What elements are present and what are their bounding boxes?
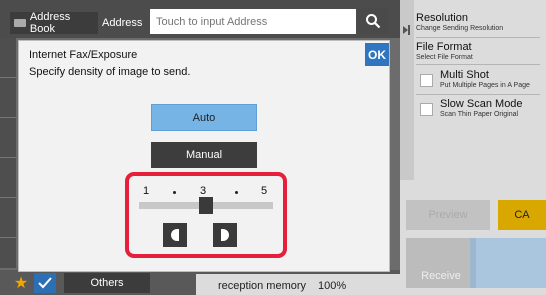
scale-tick-dot	[173, 191, 176, 194]
receive-button[interactable]: Receive	[406, 238, 476, 288]
divider	[416, 37, 540, 38]
manual-label: Manual	[185, 149, 223, 161]
collapse-bar-icon	[408, 25, 410, 35]
multi-shot-checkbox[interactable]	[420, 74, 433, 87]
manual-button[interactable]: Manual	[151, 142, 257, 168]
check-button[interactable]	[34, 273, 56, 293]
dialog-title: Internet Fax/Exposure	[29, 49, 138, 61]
left-tab[interactable]	[0, 158, 16, 198]
right-settings-panel: Resolution Change Sending Resolution Fil…	[400, 0, 546, 295]
address-book-label: Address Book	[29, 11, 71, 35]
left-tab[interactable]	[0, 198, 16, 238]
slow-scan-title: Slow Scan Mode	[440, 98, 523, 110]
file-format-item[interactable]: File Format Select File Format	[416, 41, 546, 61]
divider	[416, 64, 540, 65]
auto-label: Auto	[192, 111, 216, 124]
address-book-button[interactable]: Address Book	[10, 11, 98, 35]
panel-collapse-column[interactable]	[400, 0, 414, 180]
slow-scan-item[interactable]: Slow Scan Mode Scan Thin Paper Original	[440, 98, 546, 118]
address-input[interactable]	[150, 9, 356, 34]
star-icon: ★	[13, 275, 29, 292]
left-tab[interactable]	[0, 78, 16, 118]
lighter-button[interactable]	[163, 223, 187, 247]
darker-icon	[221, 229, 229, 241]
darker-button[interactable]	[213, 223, 237, 247]
slow-scan-subtitle: Scan Thin Paper Original	[440, 111, 519, 118]
exposure-slider-thumb[interactable]	[199, 197, 213, 214]
address-label: Address	[102, 17, 143, 29]
scale-tick-dot	[235, 191, 238, 194]
start-button[interactable]	[470, 238, 546, 288]
address-book-icon	[14, 19, 26, 27]
ca-button[interactable]: CA	[498, 200, 546, 230]
ca-label: CA	[514, 209, 530, 221]
scale-mid-label: 3	[200, 185, 207, 197]
reception-memory-label: reception memory	[218, 280, 307, 292]
address-bar: Address Book Address	[0, 0, 400, 38]
preview-button[interactable]: Preview	[406, 200, 490, 230]
scale-max-label: 5	[261, 185, 268, 197]
resolution-title: Resolution	[416, 12, 468, 24]
exposure-dialog: Internet Fax/Exposure Specify density of…	[18, 40, 390, 272]
search-icon	[366, 14, 381, 29]
file-format-title: File Format	[416, 41, 472, 53]
left-tab[interactable]	[0, 118, 16, 158]
left-tab[interactable]	[0, 38, 16, 78]
checkmark-icon	[38, 277, 52, 289]
multi-shot-title: Multi Shot	[440, 69, 489, 81]
preview-label: Preview	[428, 209, 468, 221]
favorites-star-button[interactable]: ★	[12, 274, 30, 292]
dialog-description: Specify density of image to send.	[29, 66, 191, 78]
resolution-item[interactable]: Resolution Change Sending Resolution	[416, 12, 546, 32]
lighter-icon	[171, 229, 179, 241]
exposure-slider-control: 1 3 5	[125, 172, 287, 258]
search-button[interactable]	[358, 8, 388, 34]
resolution-subtitle: Change Sending Resolution	[416, 25, 504, 32]
auto-button[interactable]: Auto	[151, 104, 257, 131]
divider	[416, 94, 540, 95]
left-tab-strip	[0, 38, 16, 268]
others-button[interactable]: Others	[64, 273, 150, 293]
memory-percentage: 100%	[318, 280, 347, 292]
scale-min-label: 1	[143, 185, 150, 197]
ok-label: OK	[368, 47, 386, 62]
receive-label: Receive	[421, 270, 461, 282]
multi-shot-subtitle: Put Multiple Pages in A Page	[440, 82, 530, 89]
file-format-subtitle: Select File Format	[416, 54, 473, 61]
others-label: Others	[90, 277, 124, 289]
slow-scan-checkbox[interactable]	[420, 103, 433, 116]
multi-shot-item[interactable]: Multi Shot Put Multiple Pages in A Page	[440, 69, 546, 89]
ok-button[interactable]: OK	[365, 43, 389, 66]
